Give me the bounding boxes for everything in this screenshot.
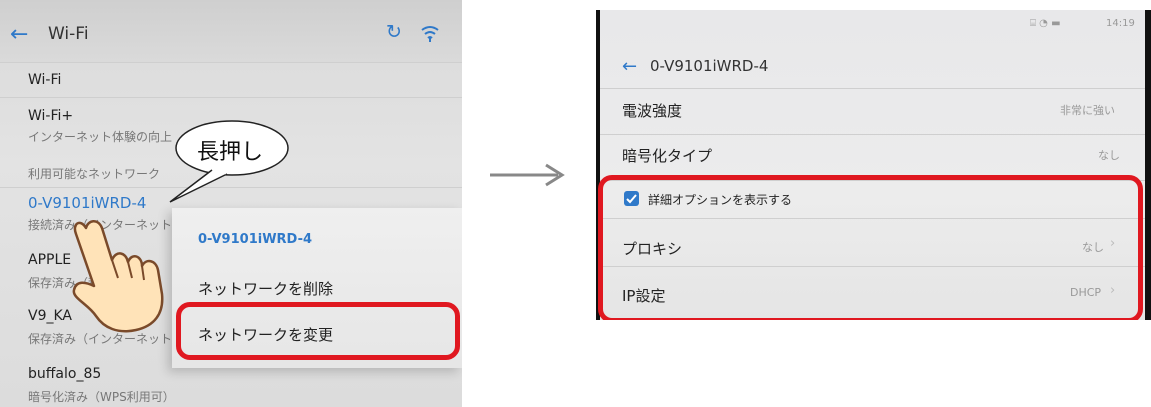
- status-icons: ⌸ ◔ ▬: [1030, 18, 1061, 29]
- wifi-signal-icon[interactable]: [420, 24, 440, 42]
- transition-arrow-icon: [490, 160, 570, 190]
- signal-strength-label: 電波強度: [622, 102, 683, 120]
- network-item-status: 暗号化済み（WPS利用可）: [28, 390, 175, 404]
- pointing-hand-icon: [58, 208, 188, 338]
- speech-bubble: 長押し: [169, 120, 290, 203]
- list-item-wifi-plus[interactable]: Wi-Fi+: [28, 108, 73, 124]
- highlight-modify-network: [176, 302, 460, 360]
- list-item-wifi[interactable]: Wi-Fi: [28, 72, 61, 88]
- page-title: Wi-Fi: [48, 24, 89, 44]
- delete-network-menu-item[interactable]: ネットワークを削除: [198, 278, 333, 299]
- refresh-icon[interactable]: ↻: [386, 21, 402, 43]
- encryption-type-value: なし: [1098, 149, 1120, 162]
- network-item-buffalo[interactable]: buffalo_85: [28, 366, 101, 382]
- list-item-subtitle: インターネット体験の向上: [28, 130, 173, 144]
- bubble-text: 長押し: [197, 140, 264, 165]
- context-menu-title: 0-V9101iWRD-4: [198, 232, 313, 247]
- encryption-type-label: 暗号化タイプ: [622, 147, 713, 165]
- signal-strength-value: 非常に強い: [1060, 104, 1115, 117]
- left-screenshot: ← Wi-Fi ↻ Wi-Fi Wi-Fi+ インターネット体験の向上 利用可能…: [0, 0, 462, 407]
- network-detail-title: 0-V9101iWRD-4: [650, 57, 769, 75]
- highlight-advanced-options: [598, 175, 1143, 320]
- right-screenshot: ⌸ ◔ ▬ 14:19 ← 0-V9101iWRD-4 電波強度 非常に強い 暗…: [596, 10, 1151, 320]
- section-available-networks: 利用可能なネットワーク: [28, 167, 161, 181]
- back-arrow-icon[interactable]: ←: [622, 56, 637, 77]
- back-arrow-icon[interactable]: ←: [10, 22, 28, 47]
- status-time: 14:19: [1106, 18, 1135, 29]
